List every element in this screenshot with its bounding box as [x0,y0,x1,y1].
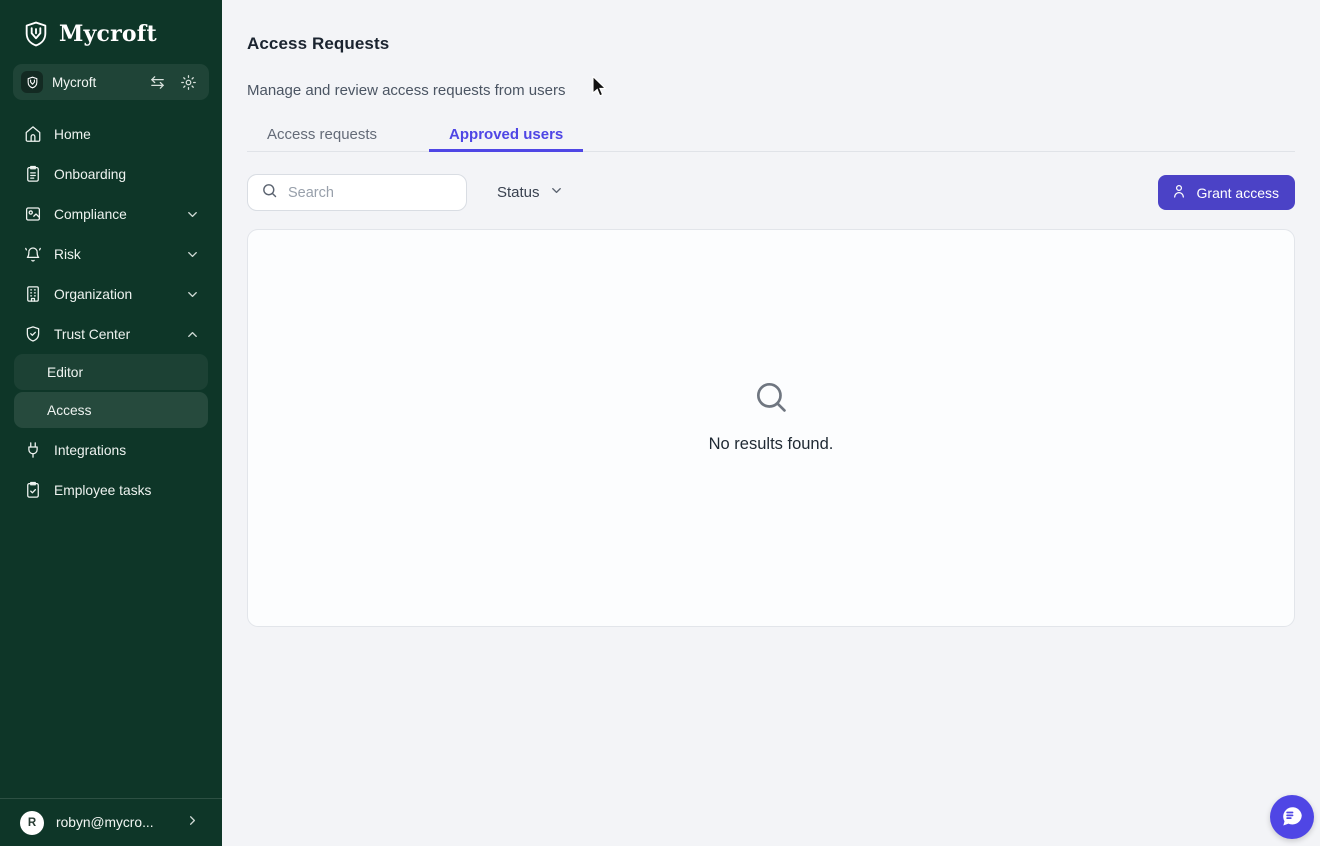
workspace-selector[interactable]: Mycroft [13,64,209,100]
tab-approved-users[interactable]: Approved users [429,119,584,152]
sidebar-item-risk[interactable]: Risk [0,234,222,274]
empty-search-icon [752,378,790,421]
grant-access-button[interactable]: Grant access [1157,175,1295,210]
search-input[interactable] [288,184,475,201]
chevron-up-icon [185,327,200,342]
sidebar-item-trust-center[interactable]: Trust Center [0,314,222,354]
results-card: No results found. [247,229,1295,627]
sidebar-item-employee-tasks[interactable]: Employee tasks [0,470,222,510]
sidebar-subitem-editor[interactable]: Editor [14,354,208,390]
main-content: Access Requests Manage and review access… [222,0,1320,846]
workspace-settings-icon[interactable] [180,74,197,91]
compliance-badge-icon [24,205,42,223]
home-icon [24,125,42,143]
chevron-down-icon [185,207,200,222]
user-icon [1171,183,1187,202]
workspace-shield-icon [21,71,43,93]
sidebar-item-label: Editor [47,364,84,380]
clipboard-list-icon [24,165,42,183]
search-icon [261,182,278,204]
status-filter-dropdown[interactable]: Status [497,183,564,202]
sidebar-item-label: Risk [54,246,81,262]
tab-access-requests[interactable]: Access requests [247,119,397,152]
mycroft-shield-icon [22,20,50,48]
sidebar-nav: Home Onboarding Compliance Risk Organiza… [0,114,222,510]
empty-state-message: No results found. [708,435,834,453]
sidebar-item-label: Organization [54,286,133,302]
sidebar-item-label: Trust Center [54,326,131,342]
shield-check-icon [24,325,42,343]
chevron-down-icon [185,287,200,302]
page-title: Access Requests [247,34,390,53]
sidebar-item-label: Onboarding [54,166,127,182]
clipboard-check-icon [24,481,42,499]
brand-name: Mycroft [59,21,157,47]
tab-bar: Access requests Approved users [247,119,1295,152]
grant-access-label: Grant access [1196,184,1279,201]
controls-row: Status Grant access [247,174,1295,211]
sidebar-item-label: Compliance [54,206,127,222]
workspace-name: Mycroft [52,74,97,90]
avatar: R [20,810,44,835]
user-email: robyn@mycro... [56,815,154,830]
bell-alert-icon [24,245,42,263]
user-account-button[interactable]: R robyn@mycro... [0,798,222,846]
sidebar-item-home[interactable]: Home [0,114,222,154]
sidebar-subitem-access[interactable]: Access [14,392,208,428]
sidebar-item-label: Employee tasks [54,482,152,498]
plug-icon [24,441,42,459]
sidebar-item-organization[interactable]: Organization [0,274,222,314]
search-box[interactable] [247,174,475,211]
sidebar-item-label: Home [54,126,91,142]
sidebar-item-compliance[interactable]: Compliance [0,194,222,234]
chevron-down-icon [185,247,200,262]
sidebar-item-onboarding[interactable]: Onboarding [0,154,222,194]
status-filter-label: Status [497,184,540,201]
brand-logo: Mycroft [0,0,222,60]
sidebar-item-integrations[interactable]: Integrations [0,430,222,470]
empty-state: No results found. [708,378,834,454]
sidebar: Mycroft Mycroft Home Onboarding Complian… [0,0,222,846]
sidebar-item-label: Integrations [54,442,127,458]
switch-workspace-icon[interactable] [149,74,166,91]
sidebar-item-label: Access [47,402,92,418]
chevron-down-icon [549,183,564,202]
chevron-right-icon [185,813,200,833]
building-icon [24,285,42,303]
chat-bubble-icon [1279,803,1305,832]
chat-widget-button[interactable] [1270,795,1314,839]
page-subtitle: Manage and review access requests from u… [247,82,566,99]
